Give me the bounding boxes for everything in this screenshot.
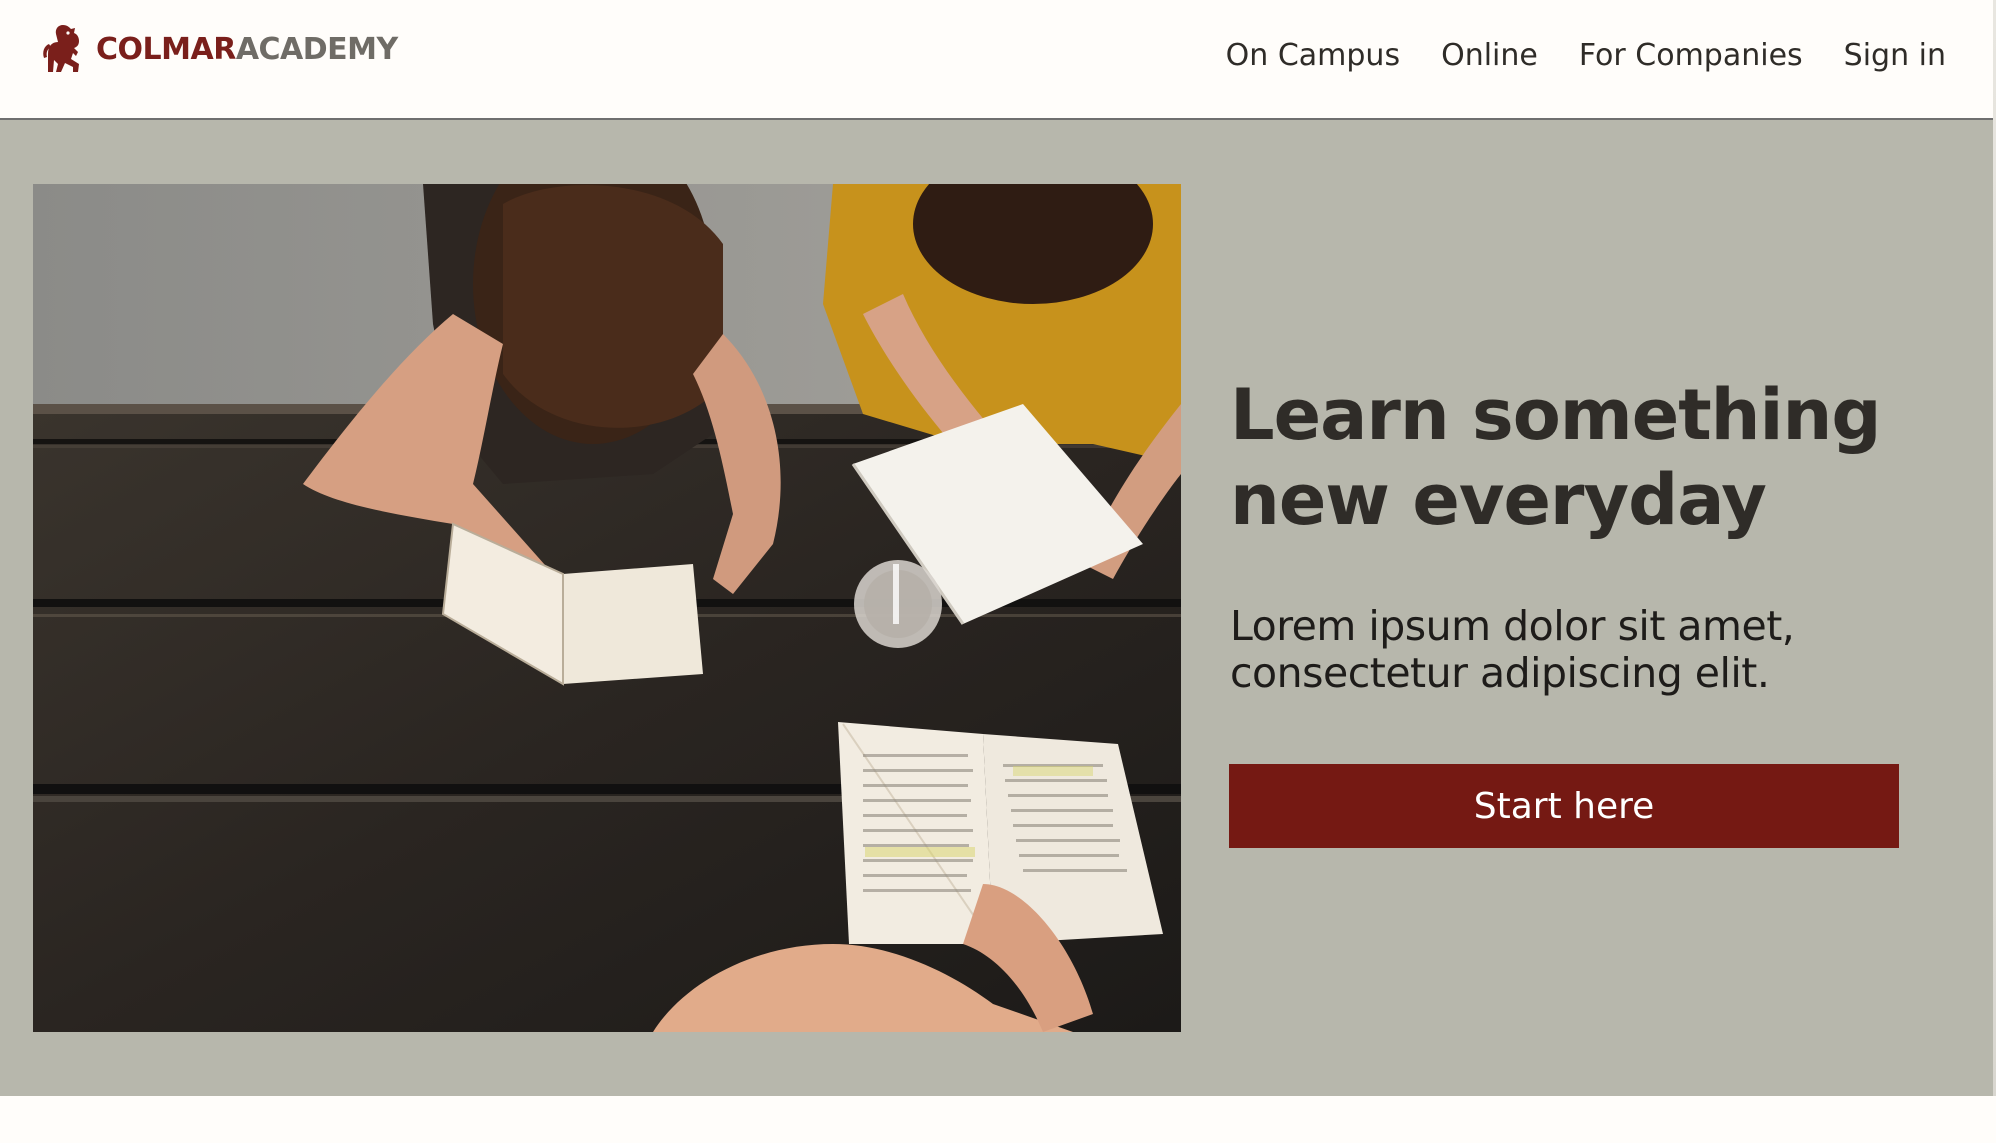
hero-title: Learn something new everyday <box>1230 373 1970 543</box>
hero-subtitle-line-2: consectetur adipiscing elit. <box>1230 649 1770 697</box>
nav-link-on-campus[interactable]: On Campus <box>1226 30 1400 82</box>
hero-title-line-2: new everyday <box>1230 459 1767 541</box>
hero-subtitle: Lorem ipsum dolor sit amet, consectetur … <box>1230 603 1930 697</box>
main-nav: On Campus Online For Companies Sign in <box>1226 30 1946 82</box>
hero-section: Learn something new everyday Lorem ipsum… <box>0 120 1996 1096</box>
nav-link-for-companies[interactable]: For Companies <box>1579 30 1803 82</box>
nav-link-online[interactable]: Online <box>1441 30 1538 82</box>
logo-link[interactable]: COLMARACADEMY <box>40 20 398 80</box>
logo-text: COLMARACADEMY <box>96 35 398 65</box>
start-here-button[interactable]: Start here <box>1229 764 1899 848</box>
hero-photo <box>33 184 1181 1032</box>
logo-brand-primary: COLMAR <box>96 32 236 67</box>
hero-title-line-1: Learn something <box>1230 374 1881 456</box>
site-header: COLMARACADEMY On Campus Online For Compa… <box>0 0 1996 120</box>
nav-link-sign-in[interactable]: Sign in <box>1844 30 1946 82</box>
hero-subtitle-line-1: Lorem ipsum dolor sit amet, <box>1230 602 1795 650</box>
logo-brand-secondary: ACADEMY <box>235 32 398 67</box>
lion-crest-icon <box>43 25 79 72</box>
